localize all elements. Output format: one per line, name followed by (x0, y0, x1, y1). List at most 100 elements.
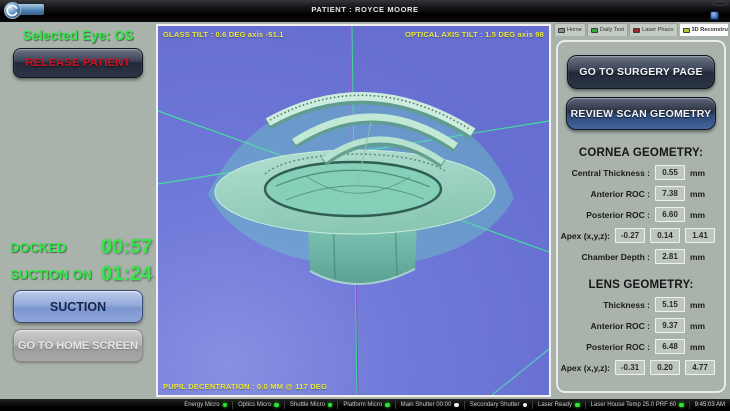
geometry-row: Posterior ROC : 6.60 mm (558, 207, 724, 222)
geometry-value-box: 0.55 (655, 165, 685, 180)
lens-geometry-rows: Thickness : 5.15 mm Anterior ROC : 9.37 mm… (558, 297, 724, 375)
geometry-row: Posterior ROC : 6.48 mm (558, 339, 724, 354)
tab-screen-icon (558, 28, 565, 33)
status-label: Energy Micro (184, 402, 219, 408)
status-label: Main Shutter 00:00 (401, 402, 452, 408)
geometry-row-unit: mm (690, 321, 715, 331)
geometry-row: Anterior ROC : 9.37 mm (558, 318, 724, 333)
iris-disc (215, 150, 495, 234)
geometry-row-unit: mm (690, 189, 715, 199)
geometry-value-box: 0.20 (650, 360, 680, 375)
status-led-icon (328, 403, 333, 408)
release-patient-button[interactable]: RELEASE PATIENT (13, 48, 143, 78)
tab-screen-icon (683, 28, 690, 33)
go-home-button[interactable]: GO TO HOME SCREEN (13, 329, 143, 362)
geometry-value-box: 5.15 (655, 297, 685, 312)
geometry-row-label: Chamber Depth : (582, 252, 650, 262)
right-info-panel: GO TO SURGERY PAGE REVIEW SCAN GEOMETRY … (556, 40, 726, 393)
selected-eye-label: Selected Eye: OS (0, 28, 156, 43)
3d-reconstruction-viewport[interactable]: GLASS TILT : 0.6 DEG axis -51.1 OPTICAL … (156, 24, 551, 397)
status-indicator: Shuttle Micro (285, 401, 339, 409)
patient-title: PATIENT : ROYCE MOORE (0, 5, 730, 14)
geometry-row-unit: mm (690, 252, 715, 262)
geometry-row-label: Anterior ROC : (591, 321, 651, 331)
geometry-value-box: 4.77 (685, 360, 715, 375)
geometry-row-unit: mm (690, 168, 715, 178)
geometry-row-unit: mm (690, 210, 715, 220)
geometry-row-label: Thickness : (603, 300, 650, 310)
suction-on-label: SUCTION ON (10, 267, 92, 282)
geometry-row-unit: mm (690, 342, 715, 352)
window-titlebar: PATIENT : ROYCE MOORE (0, 0, 730, 22)
geometry-value-box: 6.60 (655, 207, 685, 222)
status-label: Laser Ready (538, 402, 572, 408)
status-indicator: Platform Micro (338, 401, 395, 409)
status-indicator: Optics Micro (233, 401, 285, 409)
geometry-value-box: 7.38 (655, 186, 685, 201)
status-led-icon (575, 403, 580, 408)
go-to-surgery-button[interactable]: GO TO SURGERY PAGE (567, 55, 715, 89)
geometry-row-label: Anterior ROC : (591, 189, 651, 199)
tab[interactable]: Daily Test (587, 23, 628, 36)
status-led-icon (274, 403, 279, 408)
status-items: Energy Micro Optics Micro Shuttle Micro … (179, 401, 689, 409)
geometry-row: Apex (x,y,z): -0.27 0.14 1.41 (558, 228, 724, 243)
status-label: Secondary Shutter (470, 402, 520, 408)
geometry-value-box: 1.41 (685, 228, 715, 243)
clock-readout: 9:45:03 AM (695, 402, 725, 408)
geometry-row-label: Apex (x,y,z): (561, 231, 610, 241)
system-status-bar: Energy Micro Optics Micro Shuttle Micro … (0, 399, 730, 411)
status-indicator: Laser Ready (533, 401, 586, 409)
status-label: Shuttle Micro (290, 402, 325, 408)
geometry-value-box: 6.48 (655, 339, 685, 354)
tab-screen-icon (591, 28, 598, 33)
docked-time: 00:57 (101, 236, 152, 259)
lens-geometry-heading: LENS GEOMETRY: (558, 279, 724, 291)
tab-screen-icon (633, 28, 640, 33)
review-scan-geometry-button[interactable]: REVIEW SCAN GEOMETRY (566, 97, 716, 130)
geometry-row-label: Posterior ROC : (586, 210, 650, 220)
geometry-row-label: Posterior ROC : (586, 342, 650, 352)
status-led-icon (523, 403, 528, 408)
status-label: Laser House Temp 25.0 PRF 60 (591, 402, 677, 408)
status-led-icon (385, 403, 390, 408)
geometry-row: Thickness : 5.15 mm (558, 297, 724, 312)
status-led-icon (454, 403, 459, 408)
geometry-row-label: Central Thickness : (572, 168, 650, 178)
window-control-button[interactable] (713, 1, 727, 6)
glass-tilt-readout: GLASS TILT : 0.6 DEG axis -51.1 (163, 30, 284, 39)
tab[interactable]: Home (554, 23, 586, 36)
geometry-row: Apex (x,y,z): -0.31 0.20 4.77 (558, 360, 724, 375)
optical-axis-tilt-readout: OPTICAL AXIS TILT : 1.5 DEG axis 98 (405, 30, 544, 39)
status-led-icon (223, 403, 228, 408)
geometry-row-label: Apex (x,y,z): (561, 363, 610, 373)
status-label: Platform Micro (343, 402, 382, 408)
cornea-geometry-rows: Central Thickness : 0.55 mm Anterior ROC … (558, 165, 724, 264)
geometry-value-box: -0.31 (615, 360, 645, 375)
docked-timer-row: DOCKED 00:57 (10, 235, 152, 259)
geometry-value-box: 9.37 (655, 318, 685, 333)
geometry-row-unit: mm (690, 300, 715, 310)
page-tabs: Home Daily Test Laser Phaco 3D Reconstru… (554, 23, 728, 36)
status-led-icon (679, 403, 684, 408)
system-tray-icon[interactable] (710, 11, 719, 20)
status-indicator: Energy Micro (179, 401, 233, 409)
geometry-row: Anterior ROC : 7.38 mm (558, 186, 724, 201)
geometry-row: Chamber Depth : 2.81 mm (558, 249, 724, 264)
geometry-value-box: 2.81 (655, 249, 685, 264)
docked-label: DOCKED (10, 240, 66, 255)
status-indicator: Main Shutter 00:00 (396, 401, 465, 409)
status-indicator: Secondary Shutter (465, 401, 533, 409)
tab[interactable]: 3D Reconstruction (679, 23, 729, 36)
suction-timer-row: SUCTION ON 01:24 (10, 262, 152, 286)
left-control-panel: Selected Eye: OS RELEASE PATIENT DOCKED … (0, 22, 156, 399)
cornea-geometry-heading: CORNEA GEOMETRY: (558, 147, 724, 159)
tab[interactable]: Laser Phaco (629, 23, 677, 36)
eye-model-render (158, 26, 549, 395)
status-indicator: Laser House Temp 25.0 PRF 60 (586, 401, 690, 409)
geometry-value-box: 0.14 (650, 228, 680, 243)
pupil-decentration-readout: PUPIL DECENTRATION : 0.0 MM @ 117 DEG (163, 382, 327, 391)
geometry-value-box: -0.27 (615, 228, 645, 243)
suction-time: 01:24 (101, 263, 152, 286)
suction-button[interactable]: SUCTION (13, 290, 143, 323)
